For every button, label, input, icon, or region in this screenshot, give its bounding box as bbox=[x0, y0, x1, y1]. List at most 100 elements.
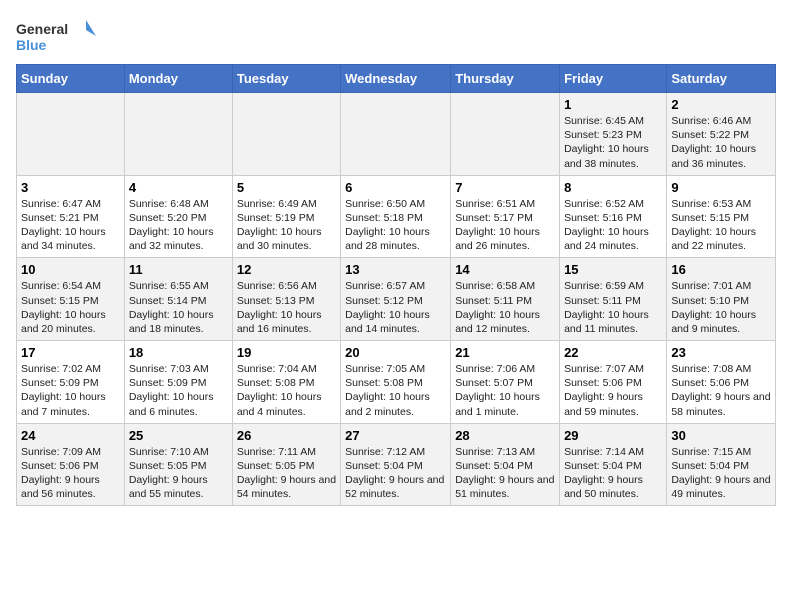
calendar-cell: 16 Sunrise: 7:01 AM Sunset: 5:10 PM Dayli… bbox=[667, 258, 776, 341]
calendar-cell: 8 Sunrise: 6:52 AM Sunset: 5:16 PM Daylig… bbox=[560, 175, 667, 258]
day-info: Sunrise: 7:15 AM Sunset: 5:04 PM Dayligh… bbox=[671, 445, 771, 502]
day-number: 29 bbox=[564, 428, 662, 443]
day-info: Sunrise: 7:07 AM Sunset: 5:06 PM Dayligh… bbox=[564, 362, 662, 419]
svg-text:General: General bbox=[16, 21, 68, 37]
day-info: Sunrise: 7:14 AM Sunset: 5:04 PM Dayligh… bbox=[564, 445, 662, 502]
header-day-tuesday: Tuesday bbox=[232, 65, 340, 93]
day-number: 21 bbox=[455, 345, 555, 360]
day-info: Sunrise: 6:46 AM Sunset: 5:22 PM Dayligh… bbox=[671, 114, 771, 171]
day-number: 23 bbox=[671, 345, 771, 360]
calendar-cell: 11 Sunrise: 6:55 AM Sunset: 5:14 PM Dayli… bbox=[124, 258, 232, 341]
day-number: 9 bbox=[671, 180, 771, 195]
week-row-3: 10 Sunrise: 6:54 AM Sunset: 5:15 PM Dayli… bbox=[17, 258, 776, 341]
calendar-cell: 15 Sunrise: 6:59 AM Sunset: 5:11 PM Dayli… bbox=[560, 258, 667, 341]
day-number: 7 bbox=[455, 180, 555, 195]
day-number: 25 bbox=[129, 428, 228, 443]
day-info: Sunrise: 6:49 AM Sunset: 5:19 PM Dayligh… bbox=[237, 197, 336, 254]
day-info: Sunrise: 7:12 AM Sunset: 5:04 PM Dayligh… bbox=[345, 445, 446, 502]
logo-svg: General Blue bbox=[16, 16, 96, 56]
calendar-cell: 23Sunrise: 7:08 AM Sunset: 5:06 PM Dayli… bbox=[667, 341, 776, 424]
day-info: Sunrise: 6:48 AM Sunset: 5:20 PM Dayligh… bbox=[129, 197, 228, 254]
day-info: Sunrise: 6:54 AM Sunset: 5:15 PM Dayligh… bbox=[21, 279, 120, 336]
calendar-cell: 26 Sunrise: 7:11 AM Sunset: 5:05 PM Dayli… bbox=[232, 423, 340, 506]
day-number: 27 bbox=[345, 428, 446, 443]
calendar-cell: 24 Sunrise: 7:09 AM Sunset: 5:06 PM Dayli… bbox=[17, 423, 125, 506]
day-info: Sunrise: 7:06 AM Sunset: 5:07 PM Dayligh… bbox=[455, 362, 555, 419]
day-info: Sunrise: 6:58 AM Sunset: 5:11 PM Dayligh… bbox=[455, 279, 555, 336]
calendar-cell: 10 Sunrise: 6:54 AM Sunset: 5:15 PM Dayli… bbox=[17, 258, 125, 341]
day-info: Sunrise: 7:11 AM Sunset: 5:05 PM Dayligh… bbox=[237, 445, 336, 502]
day-number: 5 bbox=[237, 180, 336, 195]
week-row-5: 24 Sunrise: 7:09 AM Sunset: 5:06 PM Dayli… bbox=[17, 423, 776, 506]
day-number: 13 bbox=[345, 262, 446, 277]
logo: General Blue bbox=[16, 16, 96, 56]
header-day-wednesday: Wednesday bbox=[341, 65, 451, 93]
calendar-cell: 3Sunrise: 6:47 AM Sunset: 5:21 PM Daylig… bbox=[17, 175, 125, 258]
calendar-cell bbox=[17, 93, 125, 176]
day-number: 18 bbox=[129, 345, 228, 360]
day-info: Sunrise: 6:45 AM Sunset: 5:23 PM Dayligh… bbox=[564, 114, 662, 171]
day-number: 15 bbox=[564, 262, 662, 277]
calendar-cell: 2 Sunrise: 6:46 AM Sunset: 5:22 PM Daylig… bbox=[667, 93, 776, 176]
calendar-body: 1 Sunrise: 6:45 AM Sunset: 5:23 PM Daylig… bbox=[17, 93, 776, 506]
calendar-cell: 5 Sunrise: 6:49 AM Sunset: 5:19 PM Daylig… bbox=[232, 175, 340, 258]
calendar-cell bbox=[451, 93, 560, 176]
day-number: 20 bbox=[345, 345, 446, 360]
calendar-cell: 20Sunrise: 7:05 AM Sunset: 5:08 PM Dayli… bbox=[341, 341, 451, 424]
header-row: SundayMondayTuesdayWednesdayThursdayFrid… bbox=[17, 65, 776, 93]
day-number: 8 bbox=[564, 180, 662, 195]
calendar-cell bbox=[232, 93, 340, 176]
calendar-cell: 19 Sunrise: 7:04 AM Sunset: 5:08 PM Dayli… bbox=[232, 341, 340, 424]
day-number: 26 bbox=[237, 428, 336, 443]
header-day-saturday: Saturday bbox=[667, 65, 776, 93]
calendar-cell: 13 Sunrise: 6:57 AM Sunset: 5:12 PM Dayli… bbox=[341, 258, 451, 341]
day-info: Sunrise: 7:03 AM Sunset: 5:09 PM Dayligh… bbox=[129, 362, 228, 419]
day-info: Sunrise: 7:09 AM Sunset: 5:06 PM Dayligh… bbox=[21, 445, 120, 502]
day-info: Sunrise: 7:01 AM Sunset: 5:10 PM Dayligh… bbox=[671, 279, 771, 336]
calendar-cell: 21 Sunrise: 7:06 AM Sunset: 5:07 PM Dayli… bbox=[451, 341, 560, 424]
day-number: 4 bbox=[129, 180, 228, 195]
calendar-cell: 25 Sunrise: 7:10 AM Sunset: 5:05 PM Dayli… bbox=[124, 423, 232, 506]
day-number: 24 bbox=[21, 428, 120, 443]
day-number: 30 bbox=[671, 428, 771, 443]
day-number: 6 bbox=[345, 180, 446, 195]
day-info: Sunrise: 6:53 AM Sunset: 5:15 PM Dayligh… bbox=[671, 197, 771, 254]
day-info: Sunrise: 6:50 AM Sunset: 5:18 PM Dayligh… bbox=[345, 197, 446, 254]
calendar-cell: 27 Sunrise: 7:12 AM Sunset: 5:04 PM Dayli… bbox=[341, 423, 451, 506]
day-number: 17 bbox=[21, 345, 120, 360]
calendar-cell: 6 Sunrise: 6:50 AM Sunset: 5:18 PM Daylig… bbox=[341, 175, 451, 258]
calendar-cell: 30 Sunrise: 7:15 AM Sunset: 5:04 PM Dayli… bbox=[667, 423, 776, 506]
day-number: 28 bbox=[455, 428, 555, 443]
calendar-cell: 29 Sunrise: 7:14 AM Sunset: 5:04 PM Dayli… bbox=[560, 423, 667, 506]
calendar-cell: 22 Sunrise: 7:07 AM Sunset: 5:06 PM Dayli… bbox=[560, 341, 667, 424]
day-number: 12 bbox=[237, 262, 336, 277]
day-info: Sunrise: 6:51 AM Sunset: 5:17 PM Dayligh… bbox=[455, 197, 555, 254]
day-info: Sunrise: 6:55 AM Sunset: 5:14 PM Dayligh… bbox=[129, 279, 228, 336]
day-info: Sunrise: 6:56 AM Sunset: 5:13 PM Dayligh… bbox=[237, 279, 336, 336]
day-info: Sunrise: 6:57 AM Sunset: 5:12 PM Dayligh… bbox=[345, 279, 446, 336]
calendar-table: SundayMondayTuesdayWednesdayThursdayFrid… bbox=[16, 64, 776, 506]
day-info: Sunrise: 6:59 AM Sunset: 5:11 PM Dayligh… bbox=[564, 279, 662, 336]
calendar-cell: 17Sunrise: 7:02 AM Sunset: 5:09 PM Dayli… bbox=[17, 341, 125, 424]
day-info: Sunrise: 6:52 AM Sunset: 5:16 PM Dayligh… bbox=[564, 197, 662, 254]
day-number: 16 bbox=[671, 262, 771, 277]
calendar-cell: 7 Sunrise: 6:51 AM Sunset: 5:17 PM Daylig… bbox=[451, 175, 560, 258]
week-row-2: 3Sunrise: 6:47 AM Sunset: 5:21 PM Daylig… bbox=[17, 175, 776, 258]
day-number: 22 bbox=[564, 345, 662, 360]
calendar-cell: 28 Sunrise: 7:13 AM Sunset: 5:04 PM Dayli… bbox=[451, 423, 560, 506]
svg-text:Blue: Blue bbox=[16, 37, 47, 53]
day-info: Sunrise: 6:47 AM Sunset: 5:21 PM Dayligh… bbox=[21, 197, 120, 254]
day-number: 1 bbox=[564, 97, 662, 112]
day-info: Sunrise: 7:04 AM Sunset: 5:08 PM Dayligh… bbox=[237, 362, 336, 419]
header-day-sunday: Sunday bbox=[17, 65, 125, 93]
day-number: 10 bbox=[21, 262, 120, 277]
day-number: 11 bbox=[129, 262, 228, 277]
calendar-cell bbox=[124, 93, 232, 176]
day-info: Sunrise: 7:10 AM Sunset: 5:05 PM Dayligh… bbox=[129, 445, 228, 502]
day-number: 19 bbox=[237, 345, 336, 360]
calendar-header: SundayMondayTuesdayWednesdayThursdayFrid… bbox=[17, 65, 776, 93]
day-info: Sunrise: 7:13 AM Sunset: 5:04 PM Dayligh… bbox=[455, 445, 555, 502]
week-row-1: 1 Sunrise: 6:45 AM Sunset: 5:23 PM Daylig… bbox=[17, 93, 776, 176]
day-number: 14 bbox=[455, 262, 555, 277]
day-number: 2 bbox=[671, 97, 771, 112]
